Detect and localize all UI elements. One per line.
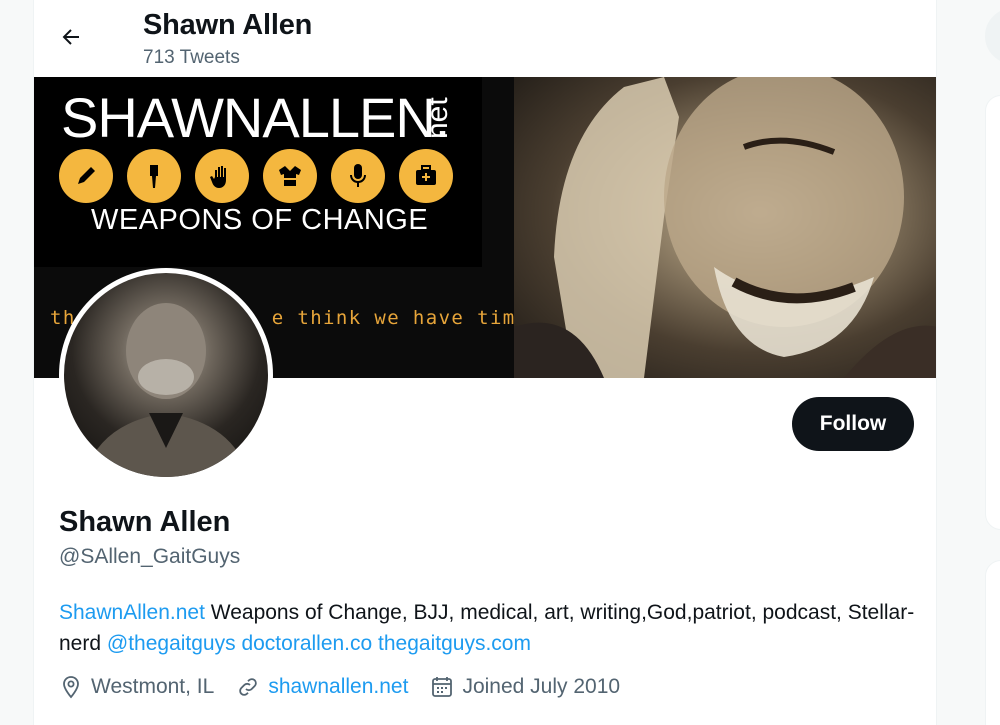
joined-text: Joined July 2010 (462, 675, 621, 698)
tweet-count: 713 Tweets (143, 47, 240, 68)
avatar-portrait (84, 303, 249, 477)
profile-joined: Joined July 2010 (430, 675, 620, 699)
location-text: Westmont, IL (91, 675, 215, 698)
sidebar-panel-stub-2 (985, 560, 1000, 725)
microphone-icon (331, 149, 385, 203)
profile-bio: ShawnAllen.net Weapons of Change, BJJ, m… (59, 597, 919, 659)
banner-face-illustration (514, 77, 936, 378)
bio-mention-thegaitguys[interactable]: @thegaitguys (107, 632, 236, 655)
pencil-icon (59, 149, 113, 203)
main-column: Shawn Allen 713 Tweets SHAWNALLEN. net W… (33, 0, 937, 725)
banner-logo: SHAWNALLEN. net WEAPONS OF CHANGE (34, 77, 482, 267)
hand-icon (195, 149, 249, 203)
profile-avatar[interactable] (59, 268, 273, 482)
medical-kit-icon (399, 149, 453, 203)
banner-photo (514, 77, 936, 378)
back-arrow-icon (62, 29, 79, 45)
location-icon (63, 676, 79, 699)
brush-icon (127, 149, 181, 203)
profile-location: Westmont, IL (59, 675, 214, 699)
banner-brand: SHAWNALLEN. (61, 86, 450, 149)
gi-icon (263, 149, 317, 203)
link-icon (239, 678, 258, 696)
bio-link-doctorallen[interactable]: doctorallen.co (241, 632, 372, 655)
banner-brand-tld: net (421, 97, 454, 139)
header-title: Shawn Allen (143, 9, 313, 41)
profile-handle: @SAllen_GaitGuys (59, 545, 241, 568)
banner-tagline: WEAPONS OF CHANGE (91, 204, 429, 236)
profile-website: shawnallen.net (236, 675, 408, 699)
bio-link-thegaitguys[interactable]: thegaitguys.com (378, 632, 531, 655)
sidebar-search-stub[interactable] (985, 8, 1000, 64)
back-button[interactable] (54, 20, 88, 54)
profile-header: Shawn Allen 713 Tweets (34, 0, 936, 77)
profile-meta: Westmont, IL shawnallen.net Joined July … (59, 675, 642, 699)
bio-link-shawnallen[interactable]: ShawnAllen.net (59, 601, 205, 624)
follow-button[interactable]: Follow (792, 397, 914, 451)
profile-name: Shawn Allen (59, 506, 231, 538)
sidebar-panel-stub (985, 95, 1000, 530)
banner-badges (59, 149, 453, 203)
calendar-icon (432, 677, 453, 697)
website-link[interactable]: shawnallen.net (268, 675, 408, 699)
profile-page: Shawn Allen 713 Tweets SHAWNALLEN. net W… (0, 0, 1000, 725)
